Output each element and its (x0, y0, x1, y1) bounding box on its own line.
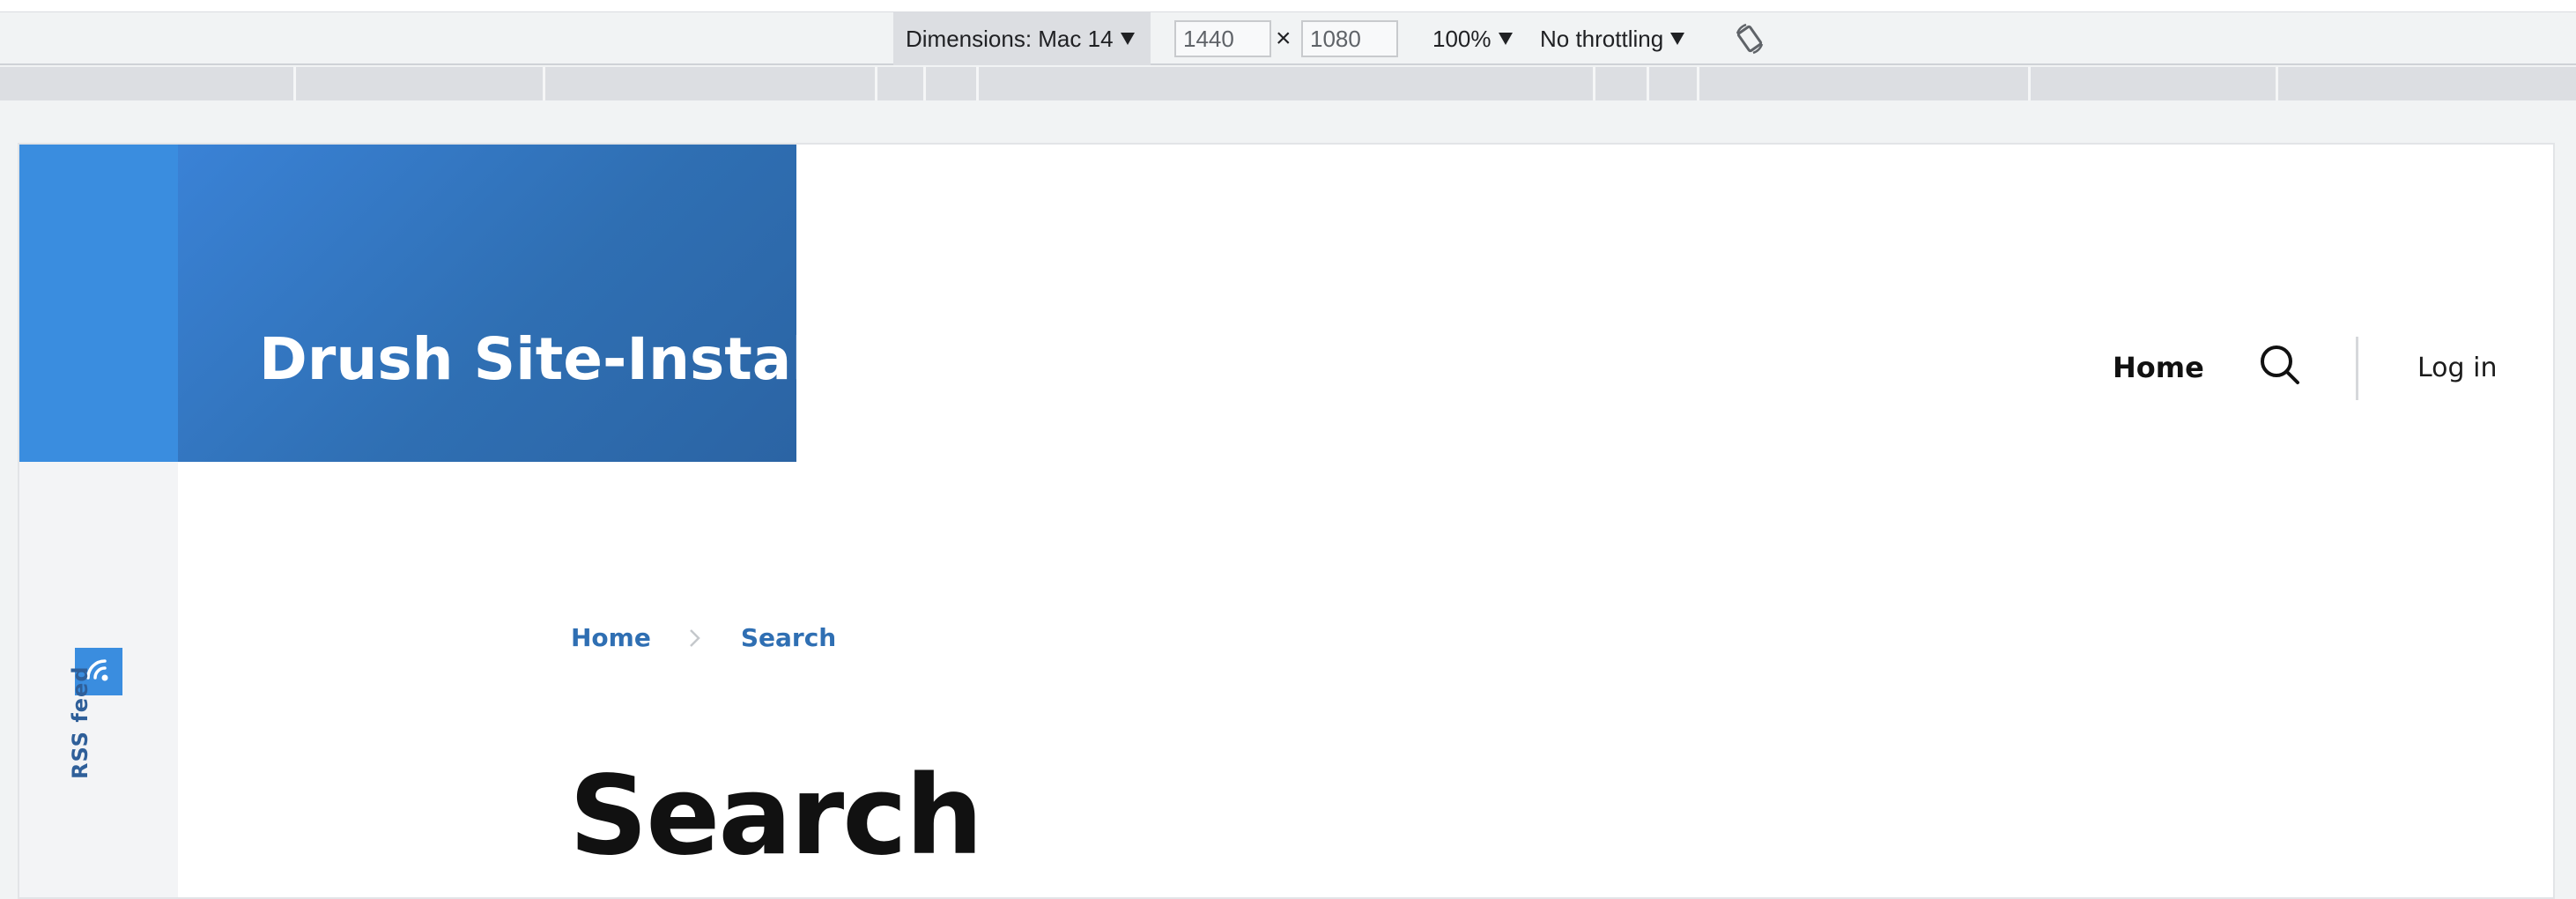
ruler-divider (1697, 67, 1699, 100)
branding-accent (19, 145, 178, 462)
dimension-separator: × (1276, 24, 1292, 53)
ruler-divider (1593, 67, 1595, 100)
ruler-divider (976, 67, 979, 100)
height-input[interactable]: 1080 (1301, 20, 1398, 57)
device-dropdown-label: Dimensions: Mac 14 (906, 25, 1114, 52)
breadcrumb: Home Search (571, 623, 836, 652)
nav-divider (2356, 337, 2358, 400)
page-viewport: Drush Site-Install RSS feed Home Log in … (18, 143, 2555, 899)
rotate-icon (1736, 23, 1764, 55)
ruler-divider (293, 67, 296, 100)
ruler-divider (2276, 67, 2278, 100)
width-input[interactable]: 1440 (1174, 20, 1271, 57)
ruler-divider (923, 67, 926, 100)
chevron-right-icon (688, 628, 702, 649)
throttling-dropdown[interactable]: No throttling (1540, 12, 1685, 65)
device-toolbar: Dimensions: Mac 14 1440 × 1080 100% No t… (0, 12, 2576, 65)
site-branding[interactable]: Drush Site-Install (178, 145, 832, 462)
zoom-dropdown[interactable]: 100% (1432, 12, 1513, 65)
ruler-divider (543, 67, 545, 100)
page-title: Search (569, 753, 983, 880)
nav-home-link[interactable]: Home (2113, 351, 2204, 384)
zoom-dropdown-label: 100% (1432, 25, 1492, 52)
device-dropdown[interactable]: Dimensions: Mac 14 (893, 12, 1151, 65)
search-button[interactable] (2255, 340, 2305, 390)
media-query-ruler[interactable] (0, 67, 2576, 100)
breadcrumb-home-link[interactable]: Home (571, 623, 651, 652)
caret-down-icon (1670, 33, 1685, 45)
throttling-dropdown-label: No throttling (1540, 25, 1664, 52)
site-name[interactable]: Drush Site-Install (259, 325, 832, 393)
search-icon (2261, 345, 2299, 384)
rotate-button[interactable] (1728, 12, 1771, 65)
caret-down-icon (1120, 33, 1135, 45)
ruler-divider (875, 67, 877, 100)
login-link[interactable]: Log in (2417, 353, 2497, 383)
breadcrumb-search-link[interactable]: Search (741, 623, 836, 652)
ruler-divider (2028, 67, 2031, 100)
rss-feed-label[interactable]: RSS feed (68, 647, 94, 779)
caret-down-icon (1498, 33, 1513, 45)
ruler-divider (1647, 67, 1649, 100)
devtools-top-strip (0, 0, 2576, 12)
